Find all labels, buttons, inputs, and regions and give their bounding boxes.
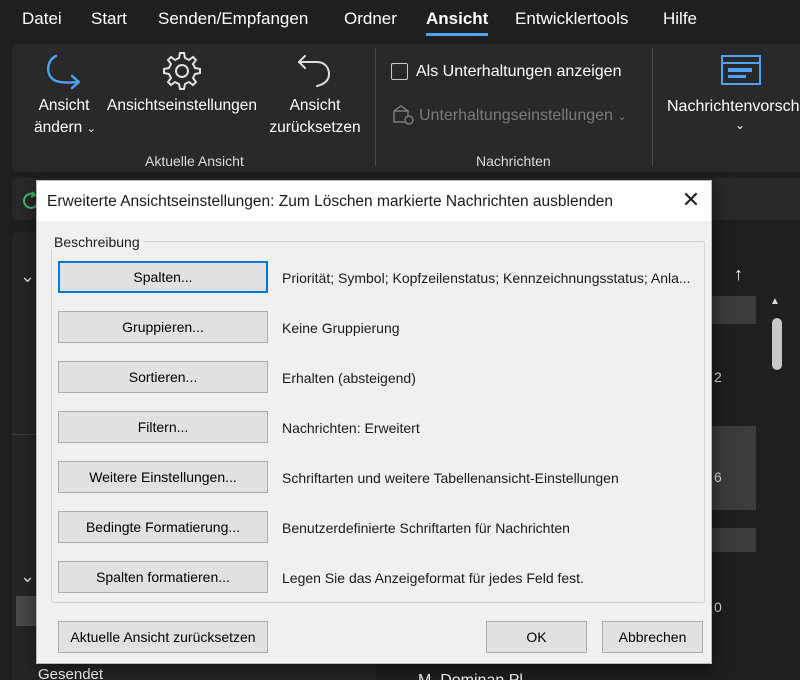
menu-hilfe[interactable]: Hilfe — [663, 9, 697, 29]
menu-ordner[interactable]: Ordner — [344, 9, 397, 29]
menu-senden-empfangen[interactable]: Senden/Empfangen — [158, 9, 308, 29]
scrollbar-thumb[interactable] — [772, 318, 782, 370]
chevron-down-icon[interactable]: ⌄ — [20, 266, 35, 287]
menu-ansicht[interactable]: Ansicht — [426, 9, 488, 29]
format-columns-description: Legen Sie das Anzeigeformat für jedes Fe… — [282, 570, 584, 586]
reset-view-button[interactable]: Ansicht zurücksetzen — [266, 95, 364, 139]
scroll-up-icon[interactable]: ▲ — [770, 296, 780, 307]
list-count: 6 — [714, 469, 722, 485]
sort-description: Erhalten (absteigend) — [282, 370, 416, 386]
format-columns-button[interactable]: Spalten formatieren... — [58, 561, 268, 593]
menu-bar: Datei Start Senden/Empfangen Ordner Ansi… — [0, 0, 800, 40]
change-view-label-2: ändern ⌄ — [34, 119, 96, 136]
filter-button[interactable]: Filtern... — [58, 411, 268, 443]
view-settings-button[interactable]: Ansichtseinstellungen — [104, 95, 260, 117]
cancel-button[interactable]: Abbrechen — [602, 621, 703, 653]
list-count: 0 — [714, 599, 722, 615]
dialog-titlebar: Erweiterte Ansichtseinstellungen: Zum Lö… — [37, 181, 711, 221]
undo-icon — [298, 55, 331, 87]
ok-button[interactable]: OK — [486, 621, 587, 653]
conditional-formatting-button[interactable]: Bedingte Formatierung... — [58, 511, 268, 543]
gear-icon — [163, 52, 201, 90]
menu-entwicklertools[interactable]: Entwicklertools — [515, 9, 628, 29]
reset-current-view-button[interactable]: Aktuelle Ansicht zurücksetzen — [58, 621, 268, 653]
selected-folder-marker — [16, 596, 36, 626]
menu-start[interactable]: Start — [91, 9, 127, 29]
list-count: 2 — [714, 369, 722, 385]
active-tab-indicator — [426, 33, 488, 36]
chevron-down-icon: ⌄ — [86, 123, 96, 135]
reset-view-label-1: Ansicht — [289, 97, 341, 114]
group-by-button[interactable]: Gruppieren... — [58, 311, 268, 343]
sort-button[interactable]: Sortieren... — [58, 361, 268, 393]
message-preview-icon — [721, 55, 761, 85]
message-preview-button[interactable]: Nachrichtenvorscha — [667, 98, 800, 116]
chevron-down-icon[interactable]: ⌄ — [20, 566, 35, 587]
conversation-settings-icon — [393, 105, 414, 125]
group-by-description: Keine Gruppierung — [282, 320, 400, 336]
change-view-label-1: Ansicht — [38, 97, 90, 114]
chevron-down-icon: ⌄ — [735, 118, 746, 132]
columns-description: Priorität; Symbol; Kopfzeilenstatus; Ken… — [282, 270, 691, 286]
filter-description: Nachrichten: Erweitert — [282, 420, 420, 436]
group-label-current-view: Aktuelle Ansicht — [145, 153, 244, 169]
reset-view-label-2: zurücksetzen — [269, 119, 361, 136]
other-settings-button[interactable]: Weitere Einstellungen... — [58, 461, 268, 493]
sort-arrow-icon[interactable]: ↑ — [734, 264, 743, 285]
change-view-button[interactable]: Ansicht ändern ⌄ — [34, 95, 96, 140]
folder-sent[interactable]: Gesendet — [38, 666, 103, 680]
conditional-formatting-description: Benutzerdefinierte Schriftarten für Nach… — [282, 520, 570, 536]
show-conversations-label[interactable]: Als Unterhaltungen anzeigen — [416, 63, 621, 81]
ribbon-separator — [375, 48, 376, 166]
change-view-icon — [47, 54, 81, 90]
close-icon[interactable]: ✕ — [677, 189, 705, 213]
dialog-title: Erweiterte Ansichtseinstellungen: Zum Lö… — [47, 193, 614, 210]
conversation-settings-button: Unterhaltungseinstellungen ⌄ — [419, 107, 627, 124]
chevron-down-icon: ⌄ — [617, 111, 627, 123]
groupbox-label: Beschreibung — [51, 234, 143, 250]
advanced-view-settings-dialog: Erweiterte Ansichtseinstellungen: Zum Lö… — [36, 180, 712, 664]
message-sender[interactable]: M. Dominan Pl — [418, 672, 523, 680]
show-conversations-checkbox[interactable] — [391, 63, 408, 80]
other-settings-description: Schriftarten und weitere Tabellenansicht… — [282, 470, 619, 486]
group-label-messages: Nachrichten — [476, 153, 551, 169]
columns-button[interactable]: Spalten... — [58, 261, 268, 293]
ribbon-separator — [652, 48, 653, 166]
menu-datei[interactable]: Datei — [22, 9, 62, 29]
